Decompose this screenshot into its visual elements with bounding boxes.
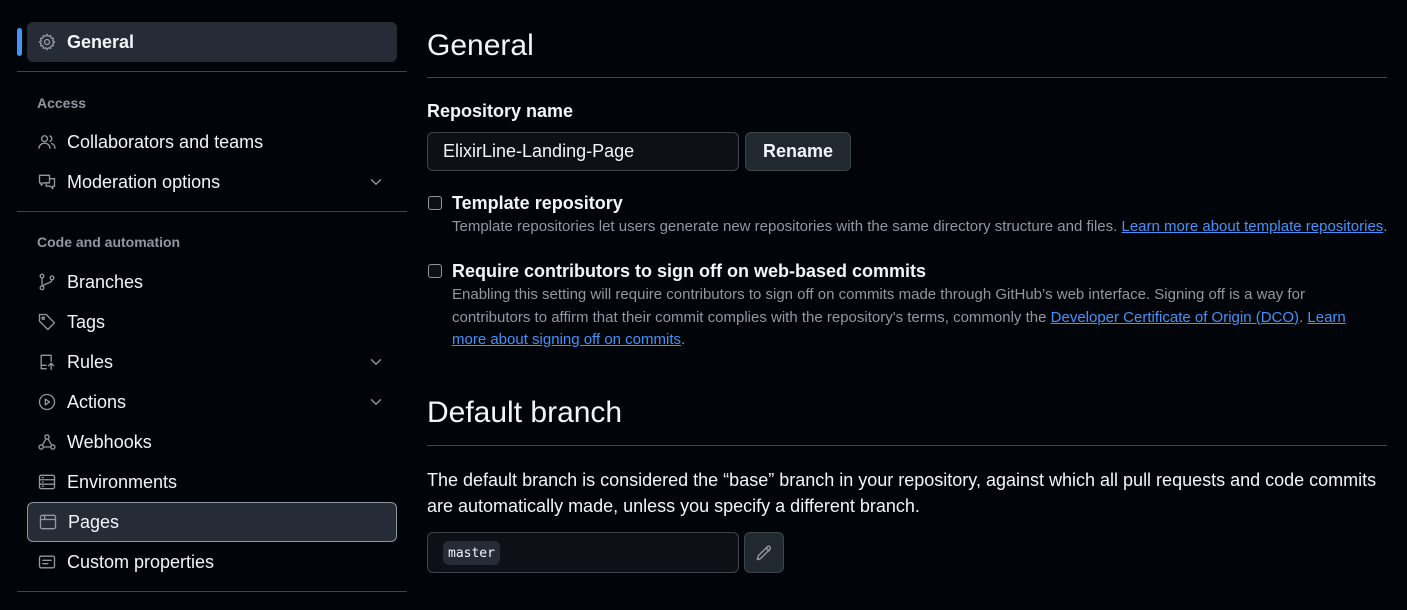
sidebar-item-moderation[interactable]: Moderation options (27, 162, 397, 202)
server-icon (36, 471, 58, 493)
sidebar-heading-access: Access (37, 95, 87, 111)
play-icon (36, 391, 58, 413)
sidebar-item-label: General (67, 31, 135, 52)
sidebar-item-label: Collaborators and teams (67, 131, 264, 152)
learn-more-signoff-link-part2[interactable]: more about signing off on commits (452, 331, 681, 348)
signoff-title: Require contributors to sign off on web-… (452, 261, 927, 281)
template-repository-title: Template repository (452, 193, 623, 213)
learn-more-signoff-link-part1[interactable]: Learn (1307, 309, 1345, 326)
note-icon (36, 551, 58, 573)
sidebar-item-pages[interactable]: Pages (27, 502, 397, 542)
sidebar-item-custom-properties[interactable]: Custom properties (27, 542, 397, 582)
settings-page: General Access Collaborators and teams M… (0, 0, 1407, 610)
repo-push-icon (36, 351, 58, 373)
signoff-desc: Enabling this setting will require contr… (452, 284, 1387, 352)
sidebar-item-environments[interactable]: Environments (27, 462, 397, 502)
sidebar-item-label: Webhooks (67, 431, 152, 452)
signoff-desc-line3: more about signing off on commits. (452, 329, 1387, 352)
chevron-down-icon[interactable] (367, 353, 385, 371)
learn-more-template-link[interactable]: Learn more about template repositories (1121, 218, 1383, 235)
signoff-desc-line2-text: contributors to affirm that their commit… (452, 308, 1047, 326)
sidebar-item-label: Moderation options (67, 171, 221, 192)
default-branch-desc: The default branch is considered the “ba… (427, 470, 1377, 516)
default-branch-title: Default branch (427, 396, 623, 429)
sidebar-item-label: Custom properties (67, 551, 215, 572)
section-divider (427, 445, 1387, 446)
template-desc-text: Template repositories let users generate… (452, 218, 1118, 235)
page-title: General (427, 29, 534, 62)
sidebar-item-tags[interactable]: Tags (27, 302, 397, 342)
template-repository-checkbox[interactable] (428, 196, 442, 210)
sidebar-divider (17, 71, 407, 72)
sidebar-heading-code-automation: Code and automation (37, 234, 181, 250)
comment-discussion-icon (36, 171, 58, 193)
sidebar-divider (17, 211, 407, 212)
signoff-desc-mid: . (1299, 308, 1304, 326)
sidebar-item-label: Rules (67, 351, 114, 372)
signoff-desc-tail: . (681, 331, 686, 348)
repo-name-input[interactable] (427, 132, 739, 171)
rename-button[interactable]: Rename (745, 132, 851, 171)
people-icon (36, 131, 58, 153)
template-repository-desc: Template repositories let users generate… (452, 216, 1407, 239)
signoff-desc-line1: Enabling this setting will require contr… (452, 286, 1305, 303)
sidebar-item-branches[interactable]: Branches (27, 262, 397, 302)
template-desc-tail: . (1383, 218, 1388, 235)
sidebar-item-label: Pages (68, 511, 120, 532)
webhook-icon (36, 431, 58, 453)
chevron-down-icon[interactable] (367, 173, 385, 191)
sidebar-item-label: Environments (67, 471, 178, 492)
sidebar-item-label: Tags (67, 311, 106, 332)
chevron-down-icon[interactable] (367, 393, 385, 411)
default-branch-field: master (427, 532, 739, 573)
signoff-desc-line2: contributors to affirm that their commit… (452, 307, 1387, 330)
sidebar-item-general[interactable]: General (17, 22, 397, 62)
sidebar-item-rules[interactable]: Rules (27, 342, 397, 382)
sidebar-item-collaborators[interactable]: Collaborators and teams (27, 122, 397, 162)
gear-icon (36, 31, 58, 53)
tag-icon (36, 311, 58, 333)
pencil-icon (754, 543, 774, 563)
dco-link[interactable]: Developer Certificate of Origin (DCO) (1051, 309, 1299, 326)
edit-default-branch-button[interactable] (744, 532, 784, 573)
active-indicator (17, 28, 22, 56)
sidebar-item-webhooks[interactable]: Webhooks (27, 422, 397, 462)
sidebar-item-actions[interactable]: Actions (27, 382, 397, 422)
section-divider (427, 77, 1387, 78)
signoff-checkbox[interactable] (428, 264, 442, 278)
sidebar-item-label: Actions (67, 391, 127, 412)
branch-name: master (443, 541, 500, 565)
sidebar-item-label: Branches (67, 271, 144, 292)
git-branch-icon (36, 271, 58, 293)
repo-name-label: Repository name (427, 101, 574, 121)
sidebar-divider (17, 591, 407, 592)
browser-icon (37, 511, 59, 533)
